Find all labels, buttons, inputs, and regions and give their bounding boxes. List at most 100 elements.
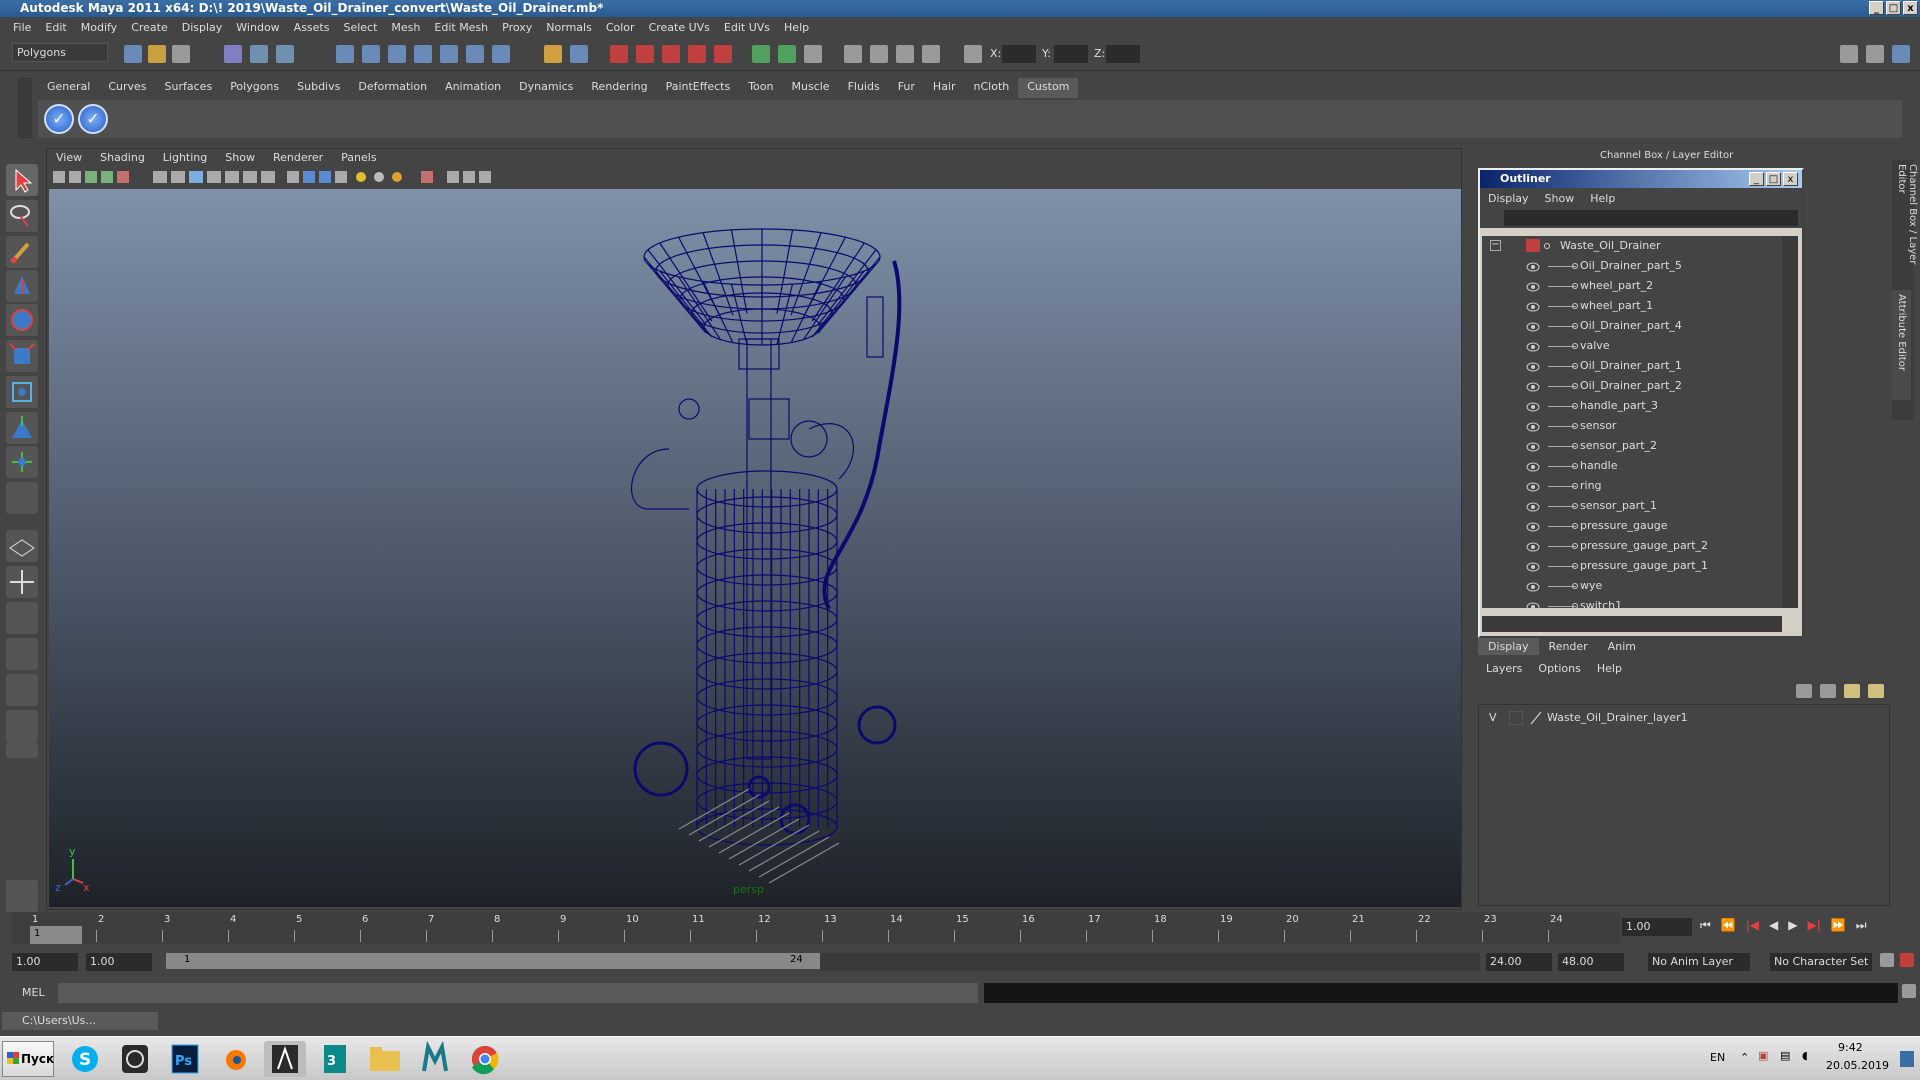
shelf-tab-custom[interactable]: Custom bbox=[1018, 78, 1079, 98]
viewport-menu-view[interactable]: View bbox=[47, 149, 91, 167]
menu-set-dropdown[interactable]: Polygons bbox=[12, 43, 108, 62]
layer-move-up-icon[interactable] bbox=[1796, 684, 1812, 698]
menu-edit-mesh[interactable]: Edit Mesh bbox=[427, 21, 495, 34]
save-scene-icon[interactable] bbox=[172, 45, 190, 63]
sketchup-icon[interactable] bbox=[114, 1041, 156, 1077]
shelf-tab-surfaces[interactable]: Surfaces bbox=[156, 78, 222, 98]
perspective-viewport[interactable]: y z x persp bbox=[49, 189, 1461, 907]
snap-plane-icon[interactable] bbox=[414, 45, 432, 63]
script-editor-icon[interactable] bbox=[1902, 984, 1916, 998]
layer-menu-layers[interactable]: Layers bbox=[1478, 660, 1530, 677]
outliner-item[interactable]: handle bbox=[1482, 456, 1782, 476]
explorer-icon[interactable] bbox=[364, 1041, 406, 1077]
auto-key-icon[interactable] bbox=[1880, 953, 1894, 967]
go-to-end-icon[interactable]: ⏭ bbox=[1856, 918, 1867, 933]
layer-menu-options[interactable]: Options bbox=[1530, 660, 1588, 677]
blender-icon[interactable] bbox=[214, 1041, 256, 1077]
menu-assets[interactable]: Assets bbox=[287, 21, 337, 34]
menu-create-uvs[interactable]: Create UVs bbox=[642, 21, 717, 34]
new-layer-selected-icon[interactable] bbox=[1868, 684, 1884, 698]
time-slider[interactable]: 1 2 3 4 5 6 7 8 9 10 11 12 13 14 15 16 17 18 19 20 21 22 23 24 … bbox=[12, 912, 1620, 944]
layout-graph-icon[interactable] bbox=[6, 638, 38, 670]
inkscape-icon[interactable] bbox=[264, 1041, 306, 1077]
clock-time[interactable]: 9:42 bbox=[1838, 1041, 1863, 1054]
outliner-icon[interactable] bbox=[922, 45, 940, 63]
menu-edit-uvs[interactable]: Edit UVs bbox=[717, 21, 777, 34]
minimize-button[interactable]: _ bbox=[1869, 1, 1884, 15]
outliner-item[interactable]: ring bbox=[1482, 476, 1782, 496]
playback-end-field[interactable]: 24.00 bbox=[1486, 953, 1552, 971]
menu-proxy[interactable]: Proxy bbox=[495, 21, 539, 34]
lock-icon[interactable] bbox=[544, 45, 562, 63]
shelf-tab-muscle[interactable]: Muscle bbox=[782, 78, 838, 98]
clock-date[interactable]: 20.05.2019 bbox=[1826, 1059, 1889, 1072]
menu-window[interactable]: Window bbox=[229, 21, 286, 34]
toggle-channel-box-icon[interactable] bbox=[1892, 45, 1910, 63]
character-set-dropdown[interactable]: No Character Set bbox=[1770, 953, 1872, 971]
render-settings-icon[interactable] bbox=[804, 45, 822, 63]
shelf-tab-curves[interactable]: Curves bbox=[99, 78, 155, 98]
select-object-icon[interactable] bbox=[250, 45, 268, 63]
render-frame-icon[interactable] bbox=[752, 45, 770, 63]
lasso-tool-icon[interactable] bbox=[6, 200, 38, 232]
new-scene-icon[interactable] bbox=[124, 45, 142, 63]
close-button[interactable]: x bbox=[1903, 1, 1918, 15]
layer-move-down-icon[interactable] bbox=[1820, 684, 1836, 698]
snap-curve-icon[interactable] bbox=[362, 45, 380, 63]
y-input[interactable] bbox=[1054, 45, 1088, 63]
shelf-tab-polygons[interactable]: Polygons bbox=[221, 78, 288, 98]
hypershade-icon[interactable] bbox=[844, 45, 862, 63]
viewport-menu-panels[interactable]: Panels bbox=[332, 149, 385, 167]
outliner-item[interactable]: sensor_part_1 bbox=[1482, 496, 1782, 516]
layer-tab-render[interactable]: Render bbox=[1539, 638, 1598, 655]
side-tab-channel-box[interactable]: Channel Box / Layer Editor bbox=[1892, 160, 1920, 290]
menu-help[interactable]: Help bbox=[777, 21, 816, 34]
anim-layer-dropdown[interactable]: No Anim Layer bbox=[1648, 953, 1750, 971]
outliner-menu-display[interactable]: Display bbox=[1480, 192, 1537, 205]
layer-color-swatch[interactable] bbox=[1529, 711, 1543, 725]
current-frame-marker[interactable]: 1 bbox=[30, 926, 82, 944]
outliner-item[interactable]: valve bbox=[1482, 336, 1782, 356]
outliner-vertical-scrollbar[interactable] bbox=[1782, 236, 1798, 608]
layout-outliner-icon[interactable] bbox=[6, 602, 38, 634]
select-hierarchy-icon[interactable] bbox=[224, 45, 242, 63]
layer-tab-display[interactable]: Display bbox=[1478, 638, 1539, 655]
snap-grid-icon[interactable] bbox=[336, 45, 354, 63]
menu-select[interactable]: Select bbox=[336, 21, 384, 34]
step-forward-key-icon[interactable]: ⏩ bbox=[1831, 918, 1846, 933]
transform-input-icon[interactable] bbox=[964, 45, 982, 63]
outliner-item[interactable]: Oil_Drainer_part_1 bbox=[1482, 356, 1782, 376]
step-back-frame-icon[interactable]: |◀ bbox=[1746, 918, 1759, 933]
magnet-live-icon[interactable] bbox=[714, 45, 732, 63]
volume-icon[interactable]: ◖ bbox=[1802, 1049, 1808, 1062]
check-icon[interactable]: ✓ bbox=[44, 104, 74, 134]
menu-create[interactable]: Create bbox=[124, 21, 175, 34]
magnet-icon[interactable] bbox=[610, 45, 628, 63]
language-indicator[interactable]: EN bbox=[1710, 1051, 1725, 1064]
outliner-filter-input[interactable] bbox=[1504, 210, 1798, 226]
outliner-item[interactable]: Oil_Drainer_part_4 bbox=[1482, 316, 1782, 336]
shelf-menu-handle[interactable] bbox=[18, 78, 32, 138]
menu-edit[interactable]: Edit bbox=[38, 21, 73, 34]
toggle-tool-settings-icon[interactable] bbox=[1866, 45, 1884, 63]
menu-display[interactable]: Display bbox=[175, 21, 230, 34]
3dsmax-icon[interactable]: 3 bbox=[314, 1041, 356, 1077]
animation-preferences-icon[interactable] bbox=[1900, 953, 1914, 967]
outliner-item[interactable]: pressure_gauge bbox=[1482, 516, 1782, 536]
magnet-curve-icon[interactable] bbox=[636, 45, 654, 63]
magnet-point-icon[interactable] bbox=[662, 45, 680, 63]
outliner-item[interactable]: pressure_gauge_part_2 bbox=[1482, 536, 1782, 556]
layout-four-icon[interactable] bbox=[6, 566, 38, 598]
skype-icon[interactable]: S bbox=[64, 1041, 106, 1077]
mel-label[interactable]: MEL bbox=[22, 986, 45, 999]
layout-single-icon[interactable] bbox=[6, 530, 38, 562]
render-globals-icon[interactable] bbox=[896, 45, 914, 63]
outliner-item[interactable]: wheel_part_2 bbox=[1482, 276, 1782, 296]
open-scene-icon[interactable] bbox=[148, 45, 166, 63]
z-input[interactable] bbox=[1106, 45, 1140, 63]
shelf-tab-fur[interactable]: Fur bbox=[889, 78, 924, 98]
history-icon[interactable] bbox=[466, 45, 484, 63]
network-icon[interactable]: ▣ bbox=[1758, 1049, 1768, 1062]
start-button[interactable]: Пуск bbox=[2, 1041, 54, 1077]
outliner-item[interactable]: pressure_gauge_part_1 bbox=[1482, 556, 1782, 576]
